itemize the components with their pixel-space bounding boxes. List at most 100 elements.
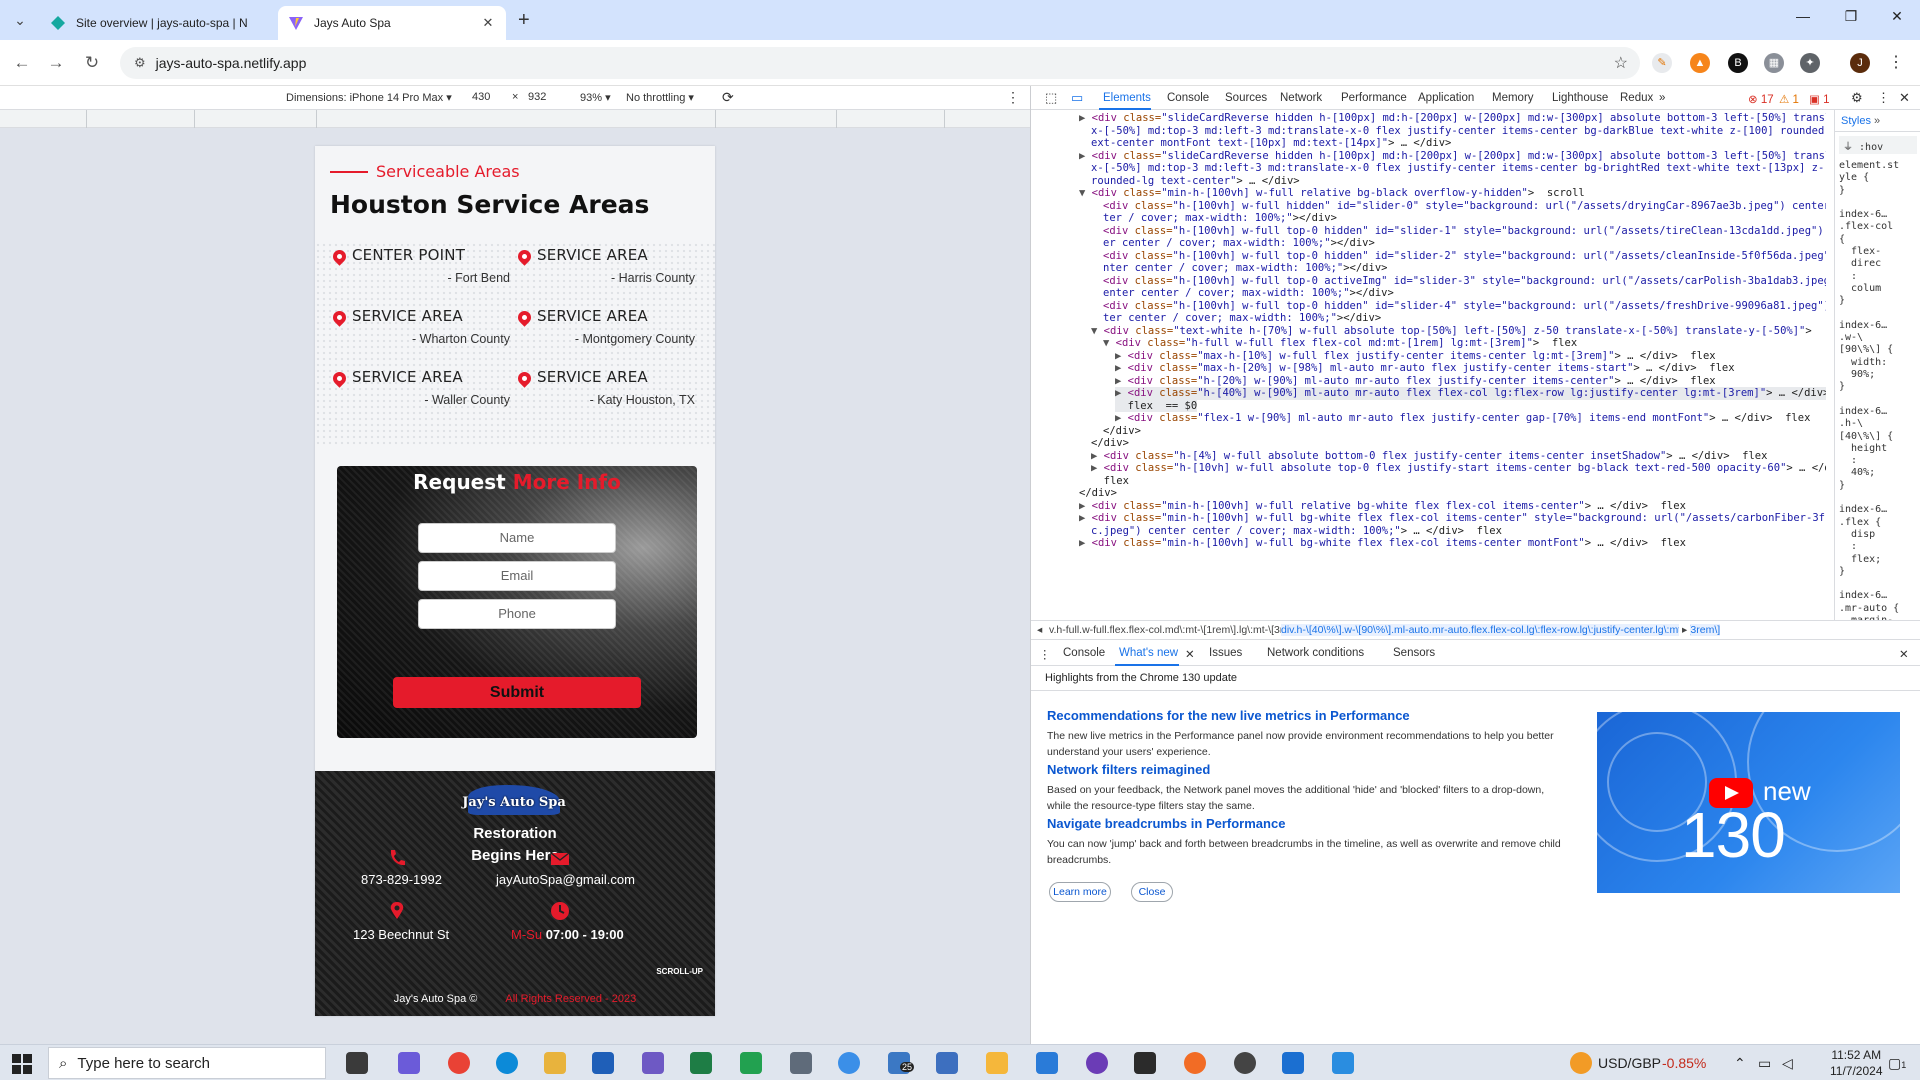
extensions-puzzle-icon[interactable]: ✦ (1800, 53, 1820, 73)
dom-node-line[interactable]: ▶ <div class="h-[4%] w-full absolute bot… (1091, 450, 1767, 463)
app-image-icon[interactable] (1332, 1052, 1354, 1074)
close-button[interactable]: Close (1131, 882, 1173, 902)
metamask-icon[interactable]: ▲ (1690, 53, 1710, 73)
news-title[interactable]: Network filters reimagined (1047, 762, 1210, 777)
menu-kebab-icon[interactable]: ⋮ (1886, 53, 1906, 73)
network-icon[interactable]: ▭ (1758, 1055, 1771, 1072)
dom-node-line[interactable]: flex (1091, 475, 1129, 488)
postman-icon[interactable] (1184, 1052, 1206, 1074)
dom-node-line[interactable]: ▼ <div class="text-white h-[70%] w-full … (1091, 325, 1812, 338)
expand-triangle-icon[interactable]: ▶ (1115, 375, 1128, 387)
name-input[interactable]: Name (418, 523, 616, 553)
back-icon[interactable]: ← (10, 51, 34, 75)
tab-search-icon[interactable]: ⌄ (8, 8, 32, 32)
expand-triangle-icon[interactable]: ▼ (1091, 325, 1104, 337)
tab-elements[interactable]: Elements (1103, 92, 1151, 104)
dom-node-line[interactable]: er center / cover; max-width: 100%;"></d… (1103, 237, 1375, 250)
dom-node-line[interactable]: ▶ <div class="slideCardReverse hidden h-… (1079, 150, 1826, 163)
chrome-130-video-thumbnail[interactable]: new 130 (1597, 712, 1900, 893)
dom-node-line[interactable]: enter center / cover; max-width: 100%;">… (1103, 287, 1394, 300)
excel-icon[interactable] (690, 1052, 712, 1074)
mail-app-icon[interactable]: 25 (888, 1052, 915, 1074)
expand-triangle-icon[interactable]: ▶ (1091, 450, 1104, 462)
calculator-icon[interactable] (790, 1052, 812, 1074)
dom-node-line[interactable]: ▶ <div class="min-h-[100vh] w-full bg-wh… (1079, 512, 1826, 525)
email-input[interactable]: Email (418, 561, 616, 591)
news-title[interactable]: Recommendations for the new live metrics… (1047, 708, 1410, 723)
extension-pen-icon[interactable]: ✎ (1652, 53, 1672, 73)
dom-node-line[interactable]: ter center / cover; max-width: 100%;"></… (1103, 312, 1381, 325)
device-toggle-icon[interactable]: ▭ (1071, 90, 1083, 106)
forward-icon[interactable]: → (44, 51, 68, 75)
dom-node-line[interactable]: ▶ <div class="flex-1 w-[90%] ml-auto mr-… (1115, 412, 1810, 425)
dom-node-line[interactable]: ▶ <div class="h-[20%] w-[90%] ml-auto mr… (1115, 375, 1716, 388)
device-toolbar-menu-icon[interactable]: ⋮ (1006, 89, 1020, 106)
inspect-element-icon[interactable]: ⬚ (1045, 90, 1057, 106)
dom-node-line[interactable]: ▼ <div class="min-h-[100vh] w-full relat… (1079, 187, 1585, 200)
profile-avatar[interactable]: J (1850, 53, 1870, 73)
device-width-input[interactable]: 430 (472, 91, 490, 103)
site-info-icon[interactable]: ⚙ (134, 55, 146, 71)
breadcrumb-prev-icon[interactable]: ◂ (1037, 624, 1042, 636)
expand-triangle-icon[interactable]: ▶ (1079, 537, 1092, 549)
edge-icon[interactable] (496, 1052, 518, 1074)
tab-sources[interactable]: Sources (1225, 92, 1267, 104)
device-dimensions-select[interactable]: Dimensions: iPhone 14 Pro Max ▾ (286, 91, 452, 104)
dom-node-line[interactable]: ext-center montFont text-[10px] md:text-… (1091, 137, 1451, 150)
rotate-icon[interactable]: ⟳ (722, 89, 734, 106)
expand-triangle-icon[interactable]: ▶ (1115, 362, 1128, 374)
dom-node-line[interactable]: </div> (1103, 425, 1141, 438)
vscode-icon[interactable] (1036, 1052, 1058, 1074)
restore-icon[interactable]: ❐ (1836, 8, 1866, 25)
tab-site-overview[interactable]: Site overview | jays-auto-spa | N (40, 6, 276, 40)
device-height-input[interactable]: 932 (528, 91, 546, 103)
app-active-icon[interactable] (1282, 1052, 1304, 1074)
tab-redux[interactable]: Redux (1620, 92, 1653, 104)
dom-node-line[interactable]: <div class="h-[100vh] w-full top-0 activ… (1103, 275, 1826, 288)
close-drawer-icon[interactable]: ✕ (1899, 647, 1909, 661)
warning-count[interactable]: ⚠ 1 (1779, 92, 1799, 106)
breadcrumb-next-icon[interactable]: ▸ (1679, 624, 1691, 636)
expand-triangle-icon[interactable]: ▼ (1103, 337, 1116, 349)
error-count[interactable]: ⊗ 17 (1748, 92, 1774, 106)
expand-triangle-icon[interactable]: ▶ (1115, 412, 1128, 424)
copilot-icon[interactable] (398, 1052, 420, 1074)
devtools-menu-icon[interactable]: ⋮ (1877, 90, 1890, 106)
tab-application[interactable]: Application (1418, 92, 1474, 104)
close-devtools-icon[interactable]: ✕ (1899, 90, 1910, 106)
tab-lighthouse[interactable]: Lighthouse (1552, 92, 1608, 104)
minimize-icon[interactable]: — (1788, 8, 1818, 24)
chrome-icon[interactable] (448, 1052, 470, 1074)
address-bar[interactable]: ⚙ jays-auto-spa.netlify.app ☆ (120, 47, 1640, 79)
app-window-icon[interactable] (936, 1052, 958, 1074)
dom-node-line[interactable]: ▶ <div class="min-h-[100vh] w-full relat… (1079, 500, 1686, 513)
dom-node-line[interactable]: c.jpeg") center center / cover; max-widt… (1091, 525, 1502, 538)
expand-triangle-icon[interactable]: ▶ (1079, 112, 1092, 124)
dom-node-line[interactable]: x-[-50%] md:top-3 md:left-3 md:translate… (1091, 125, 1826, 138)
dom-node-line[interactable]: flex == $0 (1115, 399, 1198, 412)
dom-node-line[interactable]: ▶ <div class="min-h-[100vh] w-full bg-wh… (1079, 537, 1686, 550)
dom-node-line[interactable]: ▼ <div class="h-full w-full flex flex-co… (1103, 337, 1577, 350)
dom-node-line[interactable]: ▶ <div class="max-h-[10%] w-full flex ju… (1115, 350, 1716, 363)
expand-triangle-icon[interactable]: ▶ (1079, 500, 1092, 512)
expand-triangle-icon[interactable]: ▶ (1079, 512, 1092, 524)
drawer-tab-network-conditions[interactable]: Network conditions (1267, 647, 1364, 659)
drawer-tab-issues[interactable]: Issues (1209, 647, 1242, 659)
notifications-icon[interactable]: ▢1 (1888, 1055, 1906, 1072)
show-hidden-icons[interactable]: ⌃ (1734, 1055, 1746, 1072)
sheets-icon[interactable] (740, 1052, 762, 1074)
store-icon[interactable] (592, 1052, 614, 1074)
expand-triangle-icon[interactable]: ▶ (1115, 350, 1128, 362)
task-view-icon[interactable] (346, 1052, 368, 1074)
more-tabs-icon[interactable]: » (1659, 92, 1665, 104)
footer-email[interactable]: jayAutoSpa@gmail.com (496, 872, 635, 887)
app-yellow-icon[interactable] (986, 1052, 1008, 1074)
app-icon[interactable] (642, 1052, 664, 1074)
drawer-tab-whats-new[interactable]: What's new (1119, 647, 1178, 659)
tab-console[interactable]: Console (1167, 92, 1209, 104)
expand-triangle-icon[interactable]: ▶ (1115, 387, 1128, 399)
close-window-icon[interactable]: ✕ (1882, 8, 1912, 25)
drawer-tab-sensors[interactable]: Sensors (1393, 647, 1435, 659)
dom-node-line[interactable]: x-[-50%] md:top-3 md:left-3 md:translate… (1091, 162, 1826, 175)
dom-node-line[interactable]: </div> (1091, 437, 1129, 450)
